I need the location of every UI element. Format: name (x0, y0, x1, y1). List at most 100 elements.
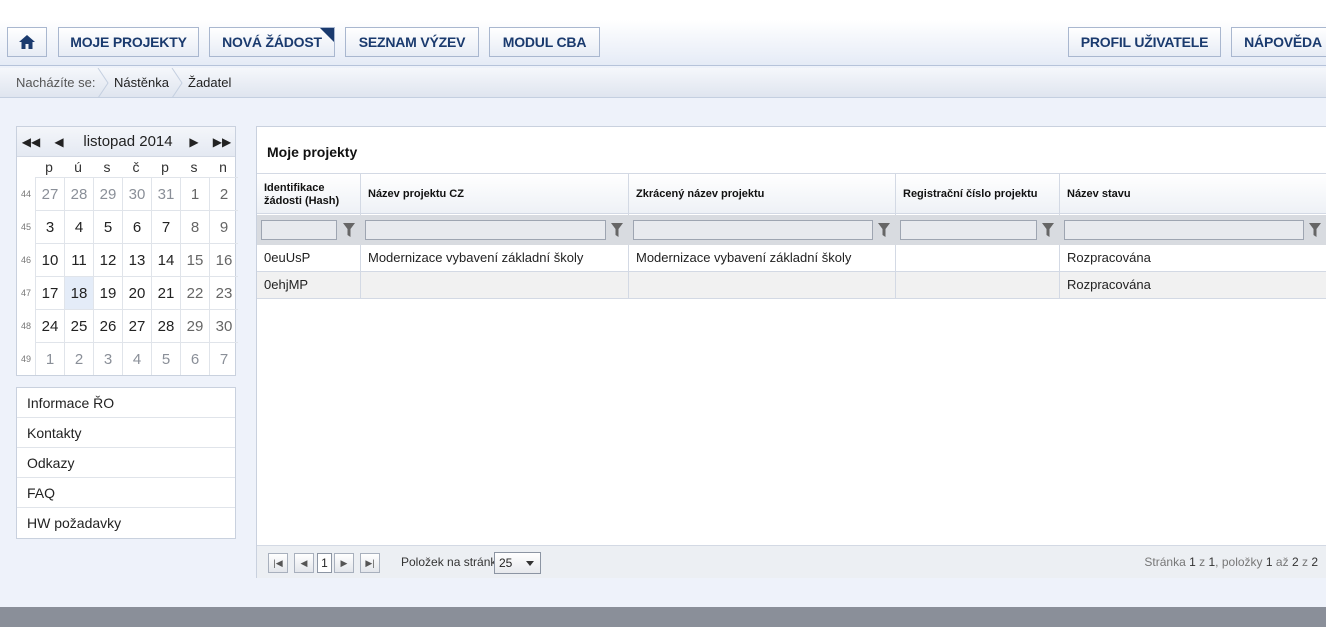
week-number: 45 (20, 222, 31, 232)
calendar-day[interactable]: 4 (64, 210, 93, 243)
calendar-day[interactable]: 6 (122, 210, 151, 243)
side-menu-item-contacts[interactable]: Kontakty (17, 418, 235, 448)
calendar-day[interactable]: 26 (93, 309, 122, 342)
pager-total: 2 (1311, 555, 1318, 569)
calendar-day[interactable]: 20 (122, 276, 151, 309)
weekday-header: n (219, 159, 227, 175)
calendar-day[interactable]: 15 (180, 243, 209, 276)
filter-icon[interactable] (1042, 223, 1054, 237)
calendar-day[interactable]: 30 (122, 177, 151, 210)
column-header-status[interactable]: Název stavu (1060, 174, 1326, 215)
cell-hash: 0ehjMP (257, 272, 361, 298)
user-profile-button[interactable]: PROFIL UŽIVATELE (1068, 27, 1221, 57)
calendar-day[interactable]: 12 (93, 243, 122, 276)
breadcrumb-item-applicant[interactable]: Žadatel (188, 68, 231, 98)
calendar-day[interactable]: 16 (209, 243, 238, 276)
column-header-project-name[interactable]: Název projektu CZ (361, 174, 629, 215)
home-button[interactable] (7, 27, 47, 57)
calendar-day[interactable]: 10 (35, 243, 64, 276)
breadcrumb-item-dashboard[interactable]: Nástěnka (114, 68, 169, 98)
calendar-day[interactable]: 5 (93, 210, 122, 243)
call-list-button[interactable]: SEZNAM VÝZEV (345, 27, 479, 57)
cell-short-name: Modernizace vybavení základní školy (629, 245, 896, 271)
calendar-day[interactable]: 27 (35, 177, 64, 210)
column-header-hash[interactable]: Identifikace žádosti (Hash) (257, 174, 361, 215)
calendar-day[interactable]: 11 (64, 243, 93, 276)
calendar-day[interactable]: 28 (151, 309, 180, 342)
calendar-day[interactable]: 17 (35, 276, 64, 309)
pager-info: Stránka 1 z 1, položky 1 až 2 z 2 (1144, 546, 1318, 579)
new-application-button[interactable]: NOVÁ ŽÁDOST (209, 27, 335, 57)
filter-icon[interactable] (611, 223, 623, 237)
prev-page-button[interactable]: ◀ (294, 553, 314, 573)
side-menu-item-links[interactable]: Odkazy (17, 448, 235, 478)
calendar-day[interactable]: 23 (209, 276, 238, 309)
filter-input-registration-number[interactable] (900, 220, 1037, 240)
calendar-day[interactable]: 1 (35, 342, 64, 375)
per-page-select[interactable]: 25 (494, 552, 541, 574)
calendar-day[interactable]: 29 (93, 177, 122, 210)
first-page-button[interactable]: |◀ (268, 553, 288, 573)
calendar-day[interactable]: 5 (151, 342, 180, 375)
calendar-day[interactable]: 3 (93, 342, 122, 375)
calendar-day[interactable]: 8 (180, 210, 209, 243)
side-menu-item-hw-requirements[interactable]: HW požadavky (17, 508, 235, 538)
weekday-header: p (45, 159, 53, 175)
calendar-day[interactable]: 29 (180, 309, 209, 342)
calendar-day[interactable]: 14 (151, 243, 180, 276)
cell-short-name (629, 272, 896, 298)
calendar-day[interactable]: 9 (209, 210, 238, 243)
calendar-day[interactable]: 19 (93, 276, 122, 309)
side-menu: Informace ŘO Kontakty Odkazy FAQ HW poža… (16, 387, 236, 539)
calendar-day[interactable]: 31 (151, 177, 180, 210)
calendar-day[interactable]: 2 (209, 177, 238, 210)
calendar-day[interactable]: 6 (180, 342, 209, 375)
column-header-short-name[interactable]: Zkrácený název projektu (629, 174, 896, 215)
filter-input-project-name[interactable] (365, 220, 606, 240)
calendar-day[interactable]: 24 (35, 309, 64, 342)
prev-year-icon[interactable]: ◀◀ (18, 127, 44, 157)
side-menu-item-faq[interactable]: FAQ (17, 478, 235, 508)
cell-registration-number (896, 272, 1060, 298)
table-row[interactable]: 0ehjMP Rozpracována (257, 272, 1326, 299)
week-number: 44 (20, 189, 31, 199)
calendar-day[interactable]: 1 (180, 177, 209, 210)
weekday-header: ú (74, 159, 82, 175)
pager-info-prefix: Stránka (1144, 555, 1186, 569)
side-menu-item-ro-info[interactable]: Informace ŘO (17, 388, 235, 418)
breadcrumb-separator-icon (171, 68, 183, 98)
calendar-day[interactable]: 4 (122, 342, 151, 375)
cba-module-button[interactable]: MODUL CBA (489, 27, 600, 57)
help-button[interactable]: NÁPOVĚDA (1231, 27, 1326, 57)
calendar-day[interactable]: 21 (151, 276, 180, 309)
next-year-icon[interactable]: ▶▶ (209, 127, 235, 157)
calendar-day[interactable]: 25 (64, 309, 93, 342)
current-page-input[interactable]: 1 (317, 553, 332, 573)
prev-month-icon[interactable]: ◀ (46, 127, 72, 157)
calendar-day[interactable]: 27 (122, 309, 151, 342)
calendar-day[interactable]: 28 (64, 177, 93, 210)
filter-row (257, 215, 1326, 245)
column-header-registration-number[interactable]: Registrační číslo projektu (896, 174, 1060, 215)
calendar-day[interactable]: 30 (209, 309, 238, 342)
filter-icon[interactable] (343, 223, 355, 237)
pager-from: 1 (1265, 555, 1273, 569)
calendar-day[interactable]: 3 (35, 210, 64, 243)
last-page-button[interactable]: ▶| (360, 553, 380, 573)
calendar-day[interactable]: 7 (209, 342, 238, 375)
calendar-day[interactable]: 13 (122, 243, 151, 276)
calendar-day[interactable]: 18 (64, 276, 93, 309)
calendar-month-title[interactable]: listopad 2014 (83, 127, 173, 157)
calendar-day[interactable]: 22 (180, 276, 209, 309)
table-row[interactable]: 0euUsP Modernizace vybavení základní ško… (257, 245, 1326, 272)
calendar-day[interactable]: 2 (64, 342, 93, 375)
next-page-button[interactable]: ▶ (334, 553, 354, 573)
filter-input-hash[interactable] (261, 220, 337, 240)
filter-icon[interactable] (878, 223, 890, 237)
calendar-day[interactable]: 7 (151, 210, 180, 243)
filter-icon[interactable] (1309, 223, 1321, 237)
my-projects-button[interactable]: MOJE PROJEKTY (58, 27, 199, 57)
filter-input-short-name[interactable] (633, 220, 873, 240)
next-month-icon[interactable]: ▶ (181, 127, 207, 157)
filter-input-status[interactable] (1064, 220, 1304, 240)
